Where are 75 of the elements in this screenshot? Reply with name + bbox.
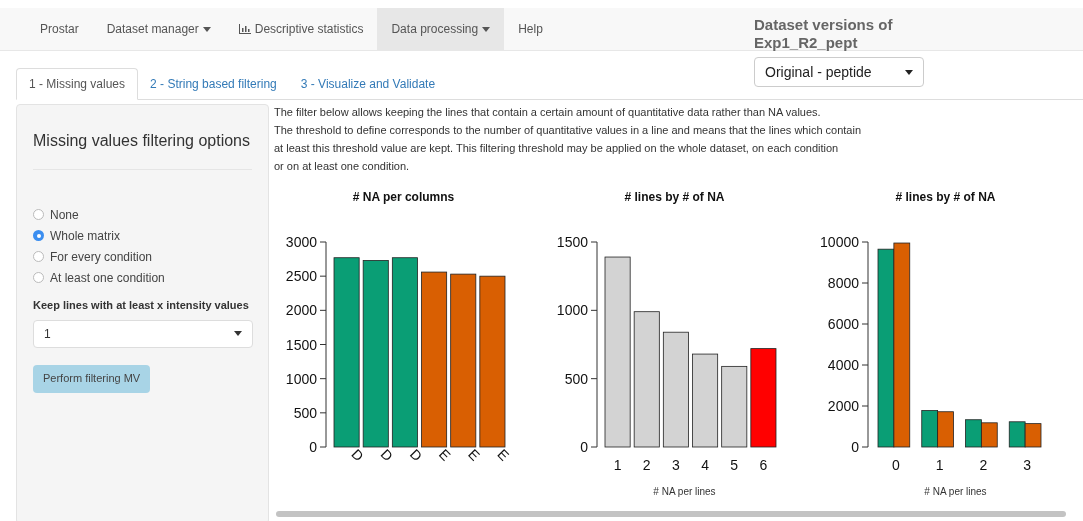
- caret-icon: [905, 69, 913, 75]
- nav-item[interactable]: Data processing: [377, 8, 505, 50]
- radio-option[interactable]: At least one condition: [33, 267, 252, 288]
- description-line: The threshold to define corresponds to the number of quantitative values in a line and means that the lines which contain: [274, 123, 863, 138]
- tick-label: 3000: [285, 234, 317, 250]
- radio-button[interactable]: [33, 230, 44, 241]
- category-label: E: [465, 445, 484, 464]
- bar: [981, 422, 998, 448]
- tick-label: 1500: [556, 234, 588, 250]
- tab[interactable]: 2 - String based filtering: [138, 68, 289, 99]
- category-label: 0: [892, 457, 900, 473]
- bar: [937, 411, 954, 448]
- nav-item[interactable]: Help: [504, 8, 557, 50]
- chart-title: # lines by # of NA: [895, 190, 996, 204]
- category-label: 2: [979, 457, 988, 473]
- tick-label: 2000: [285, 302, 317, 319]
- category-label: 2: [642, 457, 651, 473]
- chart-title: # lines by # of NA: [624, 190, 725, 204]
- category-label: D: [377, 445, 397, 465]
- radio-option[interactable]: For every condition: [33, 246, 252, 267]
- tick-label: 10000: [820, 234, 859, 250]
- tick-label: 4000: [827, 357, 859, 373]
- tick-label: 2500: [285, 268, 317, 285]
- tick-label: 1500: [285, 336, 317, 353]
- threshold-select[interactable]: 1: [33, 319, 253, 348]
- caret-icon: [234, 331, 242, 336]
- category-label: 1: [613, 457, 622, 473]
- nav-item[interactable]: Prostar: [26, 8, 93, 50]
- category-label: 4: [701, 457, 709, 473]
- category-label: 6: [759, 457, 768, 473]
- nav-item[interactable]: Descriptive statistics: [224, 8, 378, 50]
- caret-icon: [482, 26, 491, 32]
- sidebar-title: Missing values filtering options: [33, 131, 251, 151]
- tick-label: 500: [564, 370, 588, 387]
- category-label: 3: [672, 457, 680, 473]
- category-label: E: [435, 445, 454, 464]
- caret-icon: [202, 26, 211, 32]
- category-label: D: [406, 445, 426, 465]
- description-line: at least this threshold value are kept. This filtering threshold may be applied on the whole dataset, on each condition: [274, 141, 840, 156]
- category-label: 1: [935, 457, 944, 473]
- category-label: D: [348, 445, 367, 465]
- tick-label: 2000: [827, 398, 859, 414]
- axis-title: # NA per lines: [924, 486, 987, 497]
- category-label: 5: [730, 457, 739, 473]
- bar-chart-icon: [238, 24, 251, 34]
- axis-title: # NA per lines: [653, 486, 716, 497]
- bar: [921, 410, 939, 448]
- tick-label: 0: [309, 439, 317, 455]
- dataset-versions-label: Dataset versions of Exp1_R2_pept: [754, 16, 894, 52]
- category-label: 3: [1023, 457, 1031, 473]
- description-line: or on at least one condition.: [274, 159, 411, 174]
- tab[interactable]: 1 - Missing values: [16, 68, 139, 100]
- bar: [1024, 423, 1042, 448]
- tick-label: 6000: [827, 316, 859, 332]
- radio-option[interactable]: None: [33, 204, 252, 225]
- bar: [1008, 421, 1026, 448]
- threshold-label: Keep lines with at least x intensity values: [33, 298, 250, 313]
- radio-button[interactable]: [33, 272, 44, 283]
- radio-option[interactable]: Whole matrix: [33, 225, 252, 246]
- tick-label: 1000: [556, 302, 588, 319]
- bar: [965, 419, 982, 448]
- perform-filtering-button[interactable]: Perform filtering MV: [33, 364, 151, 393]
- description-line: The filter below allows keeping the lines that contain a certain amount of quantitative data rather than NA values.: [274, 105, 822, 120]
- tick-label: 8000: [827, 275, 859, 291]
- tab[interactable]: 3 - Visualize and Validate: [288, 68, 448, 99]
- version-select[interactable]: Original - peptide: [754, 57, 924, 87]
- tick-label: 0: [580, 439, 588, 455]
- tick-label: 1000: [285, 370, 317, 387]
- chart-title: # NA per columns: [352, 190, 455, 204]
- tick-label: 0: [851, 439, 859, 455]
- radio-button[interactable]: [33, 251, 44, 262]
- tick-label: 500: [293, 404, 317, 421]
- nav-item[interactable]: Dataset manager: [92, 8, 225, 50]
- category-label: E: [494, 445, 513, 464]
- radio-button[interactable]: [33, 209, 44, 220]
